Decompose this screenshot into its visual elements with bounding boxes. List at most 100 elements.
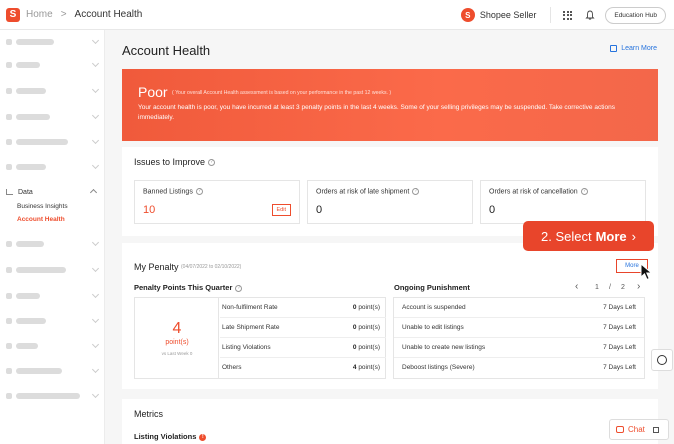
learn-more-link[interactable]: Learn More	[610, 45, 657, 52]
chat-button[interactable]: Chat	[609, 419, 669, 440]
account-health-banner: Poor ( Your overall Account Health asses…	[122, 69, 658, 141]
sidebar-item-label: Data	[18, 188, 33, 196]
listing-violations-text: Listing Violations	[134, 432, 197, 441]
sidebar-item-blurred[interactable]	[6, 264, 100, 276]
breadcrumb-home[interactable]: Home	[26, 9, 53, 20]
points-row: Others 4 point(s)	[220, 358, 386, 378]
shopee-seller-logo-icon: S	[460, 8, 475, 22]
total-points-unit: point(s)	[165, 339, 189, 346]
points-row-value: 0 point(s)	[352, 304, 380, 311]
sidebar-item-blurred[interactable]	[6, 340, 100, 352]
penalty-points-title: Penalty Points This Quarter?	[134, 283, 243, 292]
punishment-remaining: 7 Days Left	[603, 324, 636, 331]
punishment-list: Account is suspended 7 Days Left Unable …	[393, 297, 645, 379]
penalty-title: My Penalty	[134, 262, 179, 272]
punishment-row: Account is suspended 7 Days Left	[394, 298, 644, 318]
tutorial-callout: 2. Select More ›	[523, 221, 654, 251]
pager-next-button[interactable]: ›	[637, 281, 640, 292]
callout-bold: More	[595, 228, 627, 244]
issue-value: 0	[489, 204, 496, 216]
points-row: Late Shipment Rate 0 point(s)	[220, 318, 386, 338]
penalty-points-box: 4 point(s) vs Last Week 0 Non-fulfilment…	[134, 297, 386, 379]
notification-bell-icon[interactable]	[585, 10, 595, 20]
help-icon[interactable]: ?	[208, 159, 216, 167]
pager-separator: /	[609, 284, 611, 291]
help-icon[interactable]: ?	[412, 188, 420, 195]
book-icon	[610, 45, 618, 52]
chat-bubble-icon	[616, 426, 624, 433]
issue-banned-listings: Banned Listings? 10 Edit	[134, 180, 300, 224]
metrics-title: Metrics	[134, 409, 163, 419]
sidebar-item-blurred[interactable]	[6, 161, 100, 173]
points-row-label: Others	[222, 364, 242, 371]
health-level-note: ( Your overall Account Health assessment…	[172, 90, 392, 96]
help-icon[interactable]: ?	[580, 188, 588, 195]
alert-dot-icon: !	[199, 433, 207, 441]
callout-arrow-icon: ›	[631, 228, 636, 244]
sidebar-item-blurred[interactable]	[6, 238, 100, 250]
punishment-row: Unable to edit listings 7 Days Left	[394, 318, 644, 338]
breadcrumb-current: Account Health	[74, 9, 143, 20]
penalty-points-title-text: Penalty Points This Quarter	[134, 283, 233, 292]
issue-cancellation: Orders at risk of cancellation? 0	[480, 180, 646, 224]
issue-value: 0	[316, 204, 323, 216]
punishment-remaining: 7 Days Left	[603, 304, 636, 311]
points-row-label: Listing Violations	[222, 344, 271, 351]
breadcrumb-separator: >	[60, 9, 67, 20]
issue-late-shipment: Orders at risk of late shipment? 0	[307, 180, 473, 224]
sidebar-item-blurred[interactable]	[6, 315, 100, 327]
sidebar-item-blurred[interactable]	[6, 59, 100, 71]
points-row-value: 0 point(s)	[352, 344, 380, 351]
issues-title-text: Issues to Improve	[134, 157, 206, 167]
expand-icon[interactable]	[652, 426, 659, 433]
total-points: 4	[172, 320, 182, 337]
pager-prev-button[interactable]: ‹	[575, 281, 578, 292]
issue-value: 10	[143, 204, 156, 216]
chat-label: Chat	[628, 425, 645, 434]
punishment-label: Unable to edit listings	[402, 324, 464, 331]
points-row: Listing Violations 0 point(s)	[220, 338, 386, 358]
support-headset-icon[interactable]	[651, 349, 673, 371]
sidebar-subitem-account-health[interactable]: Account Health	[17, 216, 65, 223]
punishment-remaining: 7 Days Left	[603, 344, 636, 351]
issue-label-text: Banned Listings	[143, 188, 193, 196]
shopee-logo-icon[interactable]: S	[6, 7, 20, 22]
issue-label-text: Orders at risk of cancellation	[489, 188, 578, 196]
total-points-note: vs Last Week 0	[161, 351, 193, 356]
penalty-points-summary: 4 point(s) vs Last Week 0	[135, 298, 219, 378]
shopee-seller-label: Shopee Seller	[479, 10, 537, 20]
sidebar-item-blurred[interactable]	[6, 390, 100, 402]
edit-button[interactable]: Edit	[271, 204, 291, 216]
sidebar-item-blurred[interactable]	[6, 36, 100, 48]
page-title: Account Health	[122, 43, 211, 58]
issue-label-text: Orders at risk of late shipment	[316, 188, 410, 196]
more-label: More	[625, 263, 639, 269]
sidebar-item-blurred[interactable]	[6, 365, 100, 377]
penalty-date-range: (04/07/2022 to 02/10/2022)	[181, 264, 242, 270]
top-right-tools: S Shopee Seller Education Hub	[460, 0, 666, 30]
sidebar-item-blurred[interactable]	[6, 136, 100, 148]
points-row-value: 0 point(s)	[352, 324, 380, 331]
health-description: Your account health is poor, you have in…	[138, 104, 615, 121]
punishment-label: Deboost listings (Severe)	[402, 364, 475, 371]
points-row: Non-fulfilment Rate 0 point(s)	[220, 298, 386, 318]
punishment-row: Unable to create new listings 7 Days Lef…	[394, 338, 644, 358]
top-divider	[550, 7, 552, 23]
chevron-up-icon	[89, 188, 98, 197]
punishment-row: Deboost listings (Severe) 7 Days Left	[394, 358, 644, 378]
ongoing-punishment-title: Ongoing Punishment	[394, 283, 470, 292]
issue-label: Banned Listings?	[143, 188, 203, 195]
sidebar: Data Business Insights Account Health	[0, 30, 105, 444]
sidebar-item-blurred[interactable]	[6, 290, 100, 302]
education-hub-button[interactable]: Education Hub	[605, 6, 666, 24]
punishment-label: Account is suspended	[402, 304, 466, 311]
issues-title: Issues to Improve?	[134, 157, 216, 167]
sidebar-subitem-business-insights[interactable]: Business Insights	[17, 203, 68, 210]
apps-grid-icon[interactable]	[563, 10, 573, 20]
sidebar-item-blurred[interactable]	[6, 85, 100, 97]
sidebar-item-blurred[interactable]	[6, 111, 100, 123]
sidebar-item-data[interactable]: Data	[6, 186, 98, 198]
help-icon[interactable]: ?	[235, 284, 243, 292]
help-icon[interactable]: ?	[195, 188, 203, 195]
issue-label: Orders at risk of late shipment?	[316, 188, 420, 196]
